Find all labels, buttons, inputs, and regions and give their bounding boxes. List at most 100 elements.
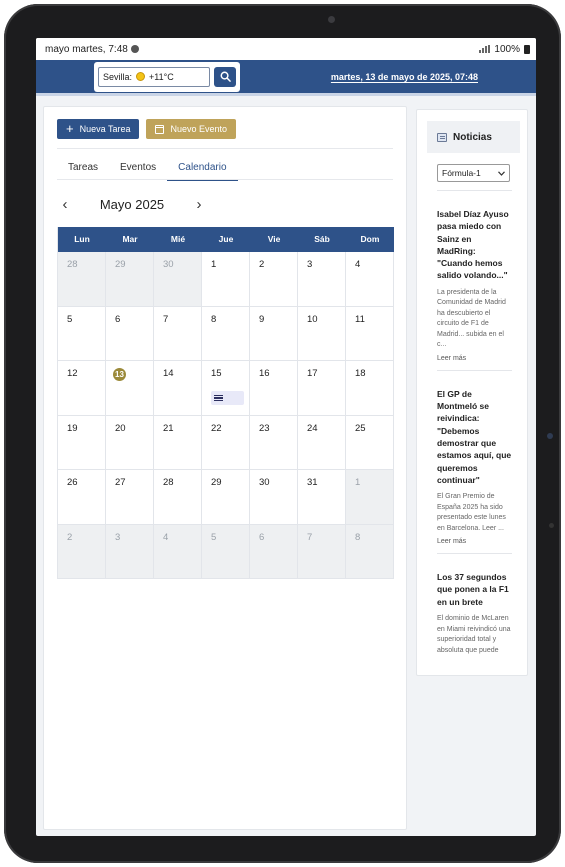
new-task-button[interactable]: + Nueva Tarea <box>57 119 140 139</box>
search-icon <box>220 71 231 82</box>
day-number: 7 <box>163 313 169 325</box>
tabs-divider <box>57 179 393 180</box>
day-number: 5 <box>211 531 217 543</box>
calendar-day[interactable]: 6 <box>106 306 154 361</box>
day-number: 3 <box>307 259 313 270</box>
calendar-day[interactable]: 8 <box>346 524 394 579</box>
sun-icon <box>136 72 146 81</box>
search-button[interactable] <box>214 66 236 87</box>
read-more-link[interactable]: Leer más <box>437 355 512 362</box>
calendar-day[interactable]: 5 <box>202 524 250 579</box>
calendar-day[interactable]: 29 <box>202 470 250 525</box>
news-item[interactable]: Isabel Díaz Ayuso pasa miedo con Sainz e… <box>437 190 512 370</box>
calendar-day[interactable]: 7 <box>298 524 346 579</box>
day-number: 12 <box>67 368 78 379</box>
calendar-day[interactable]: 14 <box>154 361 202 416</box>
calendar-day[interactable]: 2 <box>58 524 106 579</box>
read-more-link[interactable]: Leer más <box>437 538 512 545</box>
calendar-week: 26 27 28 29 30 31 1 <box>58 470 394 525</box>
calendar-day[interactable]: 18 <box>346 361 394 416</box>
day-number: 10 <box>307 313 318 325</box>
calendar-day[interactable]: 9 <box>250 306 298 361</box>
day-number: 1 <box>355 477 361 488</box>
month-navigator: ‹ Mayo 2025 › <box>57 193 207 215</box>
day-number: 19 <box>67 422 78 434</box>
calendar-day[interactable]: 4 <box>154 524 202 579</box>
news-item[interactable]: El GP de Montmeló se reivindica: "Debemo… <box>437 369 512 553</box>
calendar-day[interactable]: 22 <box>202 415 250 470</box>
calendar-day[interactable]: 19 <box>58 415 106 470</box>
news-item[interactable]: Los 37 segundos que ponen a la F1 en un … <box>437 553 512 660</box>
chevron-right-icon[interactable]: › <box>191 196 207 213</box>
calendar-day[interactable]: 3 <box>106 524 154 579</box>
action-buttons: + Nueva Tarea Nuevo Evento <box>57 119 237 139</box>
calendar-day[interactable]: 1 <box>202 252 250 307</box>
calendar-day[interactable]: 16 <box>250 361 298 416</box>
calendar-day[interactable]: 2 <box>250 252 298 307</box>
calendar-day[interactable]: 12 <box>58 361 106 416</box>
calendar-day[interactable]: 5 <box>58 306 106 361</box>
calendar-day[interactable]: 24 <box>298 415 346 470</box>
calendar-week: 2 3 4 5 6 7 8 <box>58 524 394 579</box>
calendar-day[interactable]: 29 <box>106 252 154 307</box>
plus-icon: + <box>66 121 74 136</box>
weather-city: Sevilla: <box>103 71 133 82</box>
calendar-day[interactable]: 23 <box>250 415 298 470</box>
calendar-day[interactable]: 17 <box>298 361 346 416</box>
calendar-day[interactable]: 7 <box>154 306 202 361</box>
day-number: 30 <box>163 259 174 270</box>
calendar-day[interactable]: 27 <box>106 470 154 525</box>
news-item-title[interactable]: Los 37 segundos que ponen a la F1 en un … <box>437 571 512 608</box>
tab-eventos[interactable]: Eventos <box>109 158 167 181</box>
news-item-excerpt: La presidenta de la Comunidad de Madrid … <box>437 288 506 349</box>
day-number: 2 <box>67 531 73 543</box>
calendar-day[interactable]: 4 <box>346 252 394 307</box>
calendar-day[interactable]: 10 <box>298 306 346 361</box>
calendar-day[interactable]: 8 <box>202 306 250 361</box>
status-bar: mayo martes, 7:48 100% <box>36 38 536 60</box>
new-event-button[interactable]: Nuevo Evento <box>146 119 237 139</box>
calendar-day[interactable]: 31 <box>298 470 346 525</box>
day-number: 23 <box>259 422 270 434</box>
weekday-label: Sáb <box>314 234 330 244</box>
tab-tareas[interactable]: Tareas <box>57 158 109 181</box>
task-chip[interactable] <box>211 391 244 405</box>
news-title: Noticias <box>453 131 492 143</box>
day-number: 28 <box>67 259 78 270</box>
news-panel: Noticias Fórmula-1 Isabel Díaz Ayuso pas… <box>416 109 528 676</box>
tab-calendario[interactable]: Calendario <box>167 158 238 181</box>
day-number: 18 <box>355 368 366 379</box>
calendar-day[interactable]: 11 <box>346 306 394 361</box>
news-category-select[interactable]: Fórmula-1 <box>437 164 510 182</box>
calendar-day[interactable]: 13 <box>106 361 154 416</box>
day-number: 8 <box>211 313 217 325</box>
day-number: 15 <box>211 368 222 379</box>
calendar-day[interactable]: 20 <box>106 415 154 470</box>
calendar-day[interactable]: 21 <box>154 415 202 470</box>
news-item-title[interactable]: El GP de Montmeló se reivindica: "Debemo… <box>437 388 512 486</box>
calendar-day[interactable]: 30 <box>250 470 298 525</box>
weekday-label: Dom <box>360 234 380 244</box>
calendar-day[interactable]: 30 <box>154 252 202 307</box>
calendar-day[interactable]: 6 <box>250 524 298 579</box>
divider <box>57 148 393 149</box>
day-number: 6 <box>115 313 121 325</box>
weekday-label: Jue <box>218 234 234 244</box>
calendar-day[interactable]: 28 <box>58 252 106 307</box>
chevron-left-icon[interactable]: ‹ <box>57 196 73 213</box>
view-tabs: Tareas Eventos Calendario <box>57 158 393 181</box>
top-navbar: Sevilla: +11°C martes, 13 de mayo de 202… <box>36 60 536 96</box>
current-datetime[interactable]: martes, 13 de mayo de 2025, 07:48 <box>331 72 478 82</box>
calendar-day[interactable]: 26 <box>58 470 106 525</box>
weather-temperature: +11°C <box>149 71 174 82</box>
day-number: 26 <box>67 477 78 488</box>
calendar-day[interactable]: 15 <box>202 361 250 416</box>
calendar-day[interactable]: 1 <box>346 470 394 525</box>
news-item-title[interactable]: Isabel Díaz Ayuso pasa miedo con Sainz e… <box>437 208 512 282</box>
day-number: 24 <box>307 422 318 434</box>
calendar-day[interactable]: 3 <box>298 252 346 307</box>
weather-field[interactable]: Sevilla: +11°C <box>98 66 210 87</box>
calendar-day[interactable]: 28 <box>154 470 202 525</box>
calendar-day[interactable]: 25 <box>346 415 394 470</box>
calendar-week: 5 6 7 8 9 10 11 <box>58 306 394 361</box>
